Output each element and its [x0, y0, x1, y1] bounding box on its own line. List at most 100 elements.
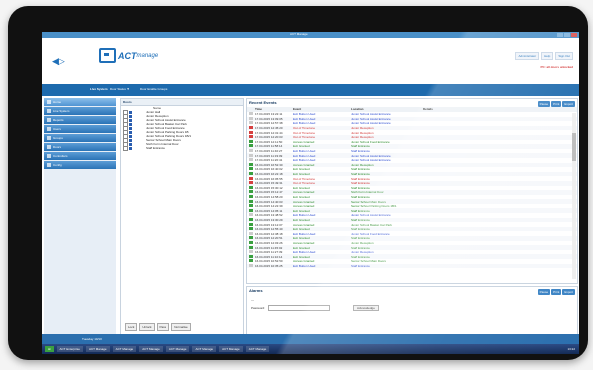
event-cell: Exit Granted	[293, 254, 310, 259]
event-status-icon	[249, 135, 253, 139]
normalise-button[interactable]: Normalise	[171, 323, 191, 331]
taskbar-item[interactable]: ACT Manage	[85, 346, 110, 352]
password-input[interactable]	[268, 305, 331, 311]
pass-button[interactable]: Pass	[156, 323, 170, 331]
status-cell	[247, 172, 255, 176]
status-cell	[247, 194, 255, 199]
time-cell: 16.04.2015 12:20:51	[255, 236, 283, 241]
status-cell	[247, 245, 255, 250]
time-cell: 17.04.2015 11:58:14	[255, 144, 283, 149]
location-cell: Junior Reception	[351, 250, 374, 255]
time-cell: 16.04.2015 15:49:31	[255, 181, 283, 186]
door-status-menu[interactable]: Door Status ▼	[110, 87, 130, 91]
events-scrollbar[interactable]	[572, 113, 576, 279]
location-cell: Junior School Assist Entrance	[351, 213, 391, 218]
minimize-button[interactable]	[557, 33, 563, 37]
taskbar-item[interactable]: ACT Manage	[219, 346, 243, 352]
door-icon	[129, 118, 132, 122]
close-button[interactable]	[571, 33, 577, 37]
event-status-icon	[249, 126, 253, 130]
back-forward-icon[interactable]: ◀▷	[52, 56, 65, 67]
sign-out-link[interactable]: Sign Out	[555, 52, 573, 60]
maximize-button[interactable]	[564, 33, 570, 37]
password-label: Password:	[251, 306, 266, 310]
sidebar-item-doors[interactable]: Doors	[44, 143, 116, 151]
time-cell: 17.04.2015 11:20:41	[255, 158, 283, 163]
sidebar-item-reports[interactable]: Reports	[44, 116, 116, 124]
events-export-button[interactable]: Export	[562, 101, 575, 107]
time-cell: 17.04.2015 11:33:09	[255, 153, 283, 158]
time-cell: 17.04.2015 11:40:27	[255, 149, 283, 154]
events-pause-button[interactable]: Pause	[537, 101, 551, 107]
sidebar-item-live-system[interactable]: Live System	[44, 107, 116, 115]
help-link[interactable]: Help	[541, 52, 554, 60]
sidebar-item-label: Config	[53, 163, 62, 167]
event-status-icon	[249, 167, 253, 171]
location-cell: Staff Entrance	[351, 194, 370, 199]
sidebar-item-groups[interactable]: Groups	[44, 134, 116, 142]
event-status-icon	[249, 185, 253, 189]
taskbar-item[interactable]: ACT Manage	[245, 346, 270, 352]
location-cell: Staff Entrance	[351, 217, 370, 222]
taskbar-item[interactable]: ACT Manage	[139, 346, 163, 352]
alarms-pause-button[interactable]: Pause	[537, 289, 551, 295]
event-status-icon	[249, 139, 253, 143]
sidebar-item-label: Controllers	[53, 154, 68, 158]
event-cell: Exit Granted	[293, 245, 310, 250]
logo-mark-icon	[99, 48, 116, 63]
door-row[interactable]: Staff Entrance	[121, 145, 243, 151]
event-status-icon	[249, 153, 253, 157]
lock-button[interactable]: Lock	[125, 323, 138, 331]
time-column-header[interactable]: Time	[255, 107, 293, 112]
alarms-print-button[interactable]: Print	[551, 289, 562, 295]
event-cell: Out of Timezone	[293, 176, 316, 181]
event-cell: Exit Granted	[293, 172, 310, 177]
location-cell: Junior Reception	[351, 130, 374, 135]
sidebar-item-config[interactable]: Config	[44, 161, 116, 169]
location-cell: Staff Entrance	[351, 167, 370, 172]
location-cell: Junior Reception	[351, 162, 374, 167]
taskbar-item[interactable]: ACT Manage	[165, 346, 190, 352]
time-cell: 16.04.2015 16:52:30	[255, 162, 283, 167]
unlock-button[interactable]: Unlock	[139, 323, 155, 331]
event-cell: Access Granted	[293, 259, 315, 264]
events-print-button[interactable]: Print	[551, 101, 562, 107]
event-cell: Out of Timezone	[293, 130, 316, 135]
status-cell	[247, 153, 255, 158]
status-cell	[247, 222, 255, 227]
start-button[interactable]: ⊞	[45, 346, 54, 352]
event-status-icon	[249, 181, 253, 185]
location-cell: Junior School Assist Entrance	[351, 112, 391, 117]
time-cell: 16.04.2015 13:30:29	[255, 217, 283, 222]
sidebar-item-icon	[47, 163, 51, 168]
sidebar-item-icon	[47, 145, 51, 150]
status-cell	[247, 213, 255, 217]
event-cell: Out of Timezone	[293, 126, 316, 131]
door-checkbox[interactable]	[123, 145, 128, 151]
sidebar-item-home[interactable]: Home	[44, 98, 116, 106]
event-status-icon	[249, 190, 253, 194]
taskbar-item[interactable]: ACT Manage	[192, 346, 217, 352]
status-cell	[247, 181, 255, 185]
status-cell	[247, 126, 255, 130]
door-icon	[129, 134, 132, 138]
system-alert: PC: all doors unlocked	[540, 65, 573, 69]
sidebar-item-users[interactable]: Users	[44, 125, 116, 133]
location-cell: Staff Entrance	[351, 227, 370, 232]
alarms-export-button[interactable]: Export	[562, 289, 575, 295]
event-cell: Exit Button Used	[293, 213, 316, 218]
administrator-link[interactable]: Administrator	[515, 52, 540, 60]
details-column-header[interactable]: Details	[423, 107, 473, 112]
sidebar-item-controllers[interactable]: Controllers	[44, 152, 116, 160]
time-cell: 16.04.2015 10:35:25	[255, 263, 283, 268]
event-column-header[interactable]: Event	[293, 107, 351, 112]
sidebar-item-label: Home	[53, 100, 62, 104]
event-status-icon	[249, 204, 253, 208]
location-column-header[interactable]: Location	[351, 107, 423, 112]
acknowledge-button[interactable]: Acknowledge	[353, 305, 379, 311]
table-row[interactable]: 16.04.2015 10:35:25 Exit Button Used Staff…	[247, 263, 577, 269]
taskbar-item[interactable]: ACT Manage	[112, 346, 137, 352]
location-cell: Junior School Assist Entrance	[351, 153, 391, 158]
taskbar-item[interactable]: ACT Enterprise	[56, 346, 83, 352]
door-enable-groups-menu[interactable]: Door Enable Groups	[140, 87, 167, 91]
